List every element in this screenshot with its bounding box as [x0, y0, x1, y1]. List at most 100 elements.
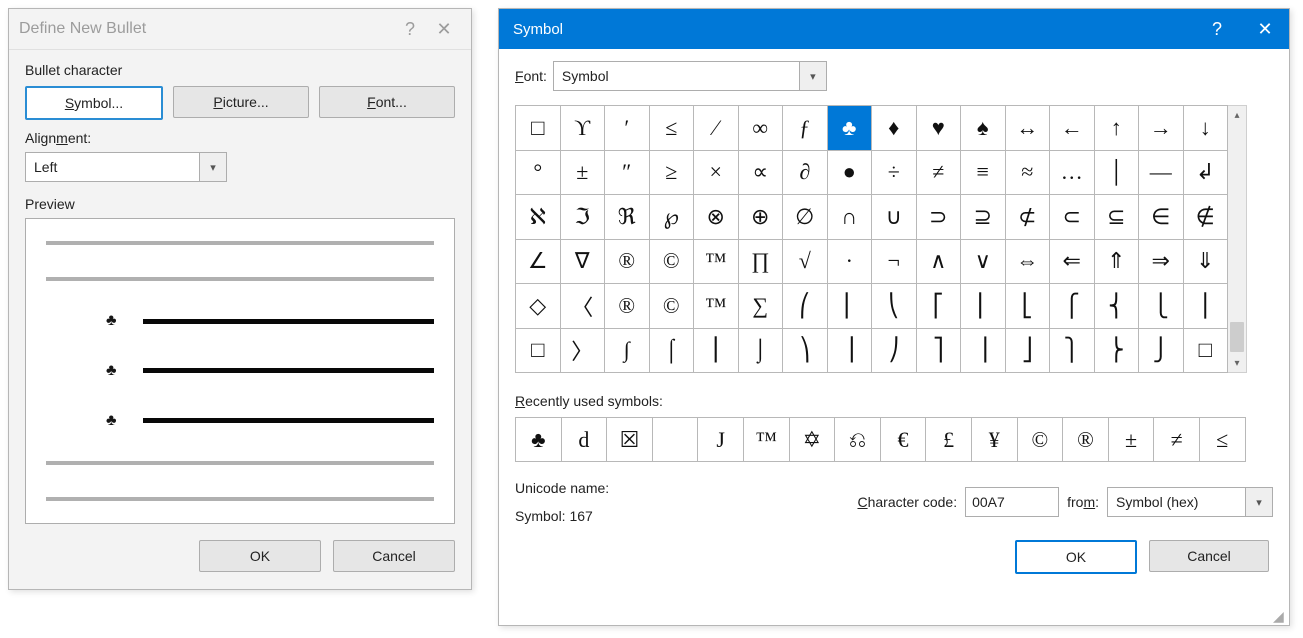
symbol-cell[interactable]: → [1139, 106, 1184, 151]
symbol-cell[interactable]: ÷ [872, 151, 917, 196]
symbol-cell[interactable]: ± [561, 151, 606, 196]
symbol-cell[interactable]: ⎭ [1139, 329, 1184, 374]
symbol-cell[interactable]: □ [516, 329, 561, 374]
symbol-cell[interactable]: □ [1184, 329, 1229, 374]
symbol-cell[interactable]: ⎟ [828, 329, 873, 374]
picture-button[interactable]: Picture... [173, 86, 309, 118]
symbol-cell[interactable]: ⇓ [1184, 240, 1229, 285]
symbol-cell[interactable]: ↓ [1184, 106, 1229, 151]
symbol-cell[interactable]: … [1050, 151, 1095, 196]
symbol-cell[interactable]: ∑ [739, 284, 784, 329]
symbol-cell[interactable]: ∪ [872, 195, 917, 240]
symbol-cell[interactable]: ∞ [739, 106, 784, 151]
symbol-cell[interactable]: √ [783, 240, 828, 285]
symbol-cell[interactable]: ∨ [961, 240, 1006, 285]
symbol-cell[interactable]: ⎠ [872, 329, 917, 374]
symbol-cell[interactable]: │ [1095, 151, 1140, 196]
recent-symbol-cell[interactable] [653, 418, 699, 462]
recent-symbol-cell[interactable]: £ [926, 418, 972, 462]
symbol-cell[interactable]: ∠ [516, 240, 561, 285]
font-combo[interactable]: Symbol ▾ [553, 61, 827, 91]
symbol-cell[interactable]: ⊂ [1050, 195, 1095, 240]
chevron-down-icon[interactable]: ▾ [199, 153, 226, 181]
symbol-cell[interactable]: ⊃ [917, 195, 962, 240]
scroll-track[interactable] [1228, 124, 1246, 354]
symbol-cell[interactable]: ° [516, 151, 561, 196]
symbol-cell[interactable]: ↔ [1006, 106, 1051, 151]
recent-symbol-cell[interactable]: € [881, 418, 927, 462]
recent-symbol-cell[interactable]: ⎌ [835, 418, 881, 462]
cancel-button[interactable]: Cancel [1149, 540, 1269, 572]
symbol-cell[interactable]: © [650, 284, 695, 329]
symbol-cell[interactable]: ¬ [872, 240, 917, 285]
symbol-cell[interactable]: 〈 [561, 284, 606, 329]
symbol-cell[interactable]: ∝ [739, 151, 784, 196]
symbol-cell[interactable]: ≠ [917, 151, 962, 196]
chevron-down-icon[interactable]: ▾ [799, 62, 826, 90]
symbol-cell[interactable]: · [828, 240, 873, 285]
symbol-cell[interactable]: ⎮ [694, 329, 739, 374]
symbol-cell[interactable]: ↑ [1095, 106, 1140, 151]
symbol-cell[interactable]: ⌠ [650, 329, 695, 374]
symbol-cell[interactable]: ∫ [605, 329, 650, 374]
recent-symbol-cell[interactable]: ™ [744, 418, 790, 462]
symbol-cell[interactable]: ∈ [1139, 195, 1184, 240]
symbol-cell[interactable]: ∧ [917, 240, 962, 285]
symbol-cell[interactable]: ⎨ [1095, 284, 1140, 329]
symbol-cell[interactable]: ⎜ [828, 284, 873, 329]
symbol-cell[interactable]: ∏ [739, 240, 784, 285]
symbol-cell[interactable]: ≤ [650, 106, 695, 151]
alignment-combo[interactable]: Left ▾ [25, 152, 227, 182]
symbol-cell[interactable]: × [694, 151, 739, 196]
resize-grip-icon[interactable]: ◢ [1273, 609, 1287, 623]
symbol-cell[interactable]: ⎥ [961, 329, 1006, 374]
close-icon[interactable]: ✕ [1241, 9, 1289, 49]
symbol-cell[interactable]: ⁄ [694, 106, 739, 151]
symbol-cell[interactable]: ∩ [828, 195, 873, 240]
symbol-cell[interactable]: 〉 [561, 329, 606, 374]
symbol-cell[interactable]: ⊗ [694, 195, 739, 240]
help-icon[interactable]: ? [1193, 9, 1241, 49]
symbol-cell[interactable]: ⎤ [917, 329, 962, 374]
scroll-thumb[interactable] [1230, 322, 1244, 352]
symbol-cell[interactable]: ⎧ [1050, 284, 1095, 329]
symbol-cell[interactable]: © [650, 240, 695, 285]
help-icon[interactable]: ? [393, 14, 427, 44]
scroll-down-icon[interactable]: ▾ [1228, 354, 1246, 372]
symbol-cell[interactable]: ℑ [561, 195, 606, 240]
symbol-cell[interactable]: ϒ [561, 106, 606, 151]
symbol-cell[interactable]: ♥ [917, 106, 962, 151]
symbol-cell[interactable]: ∅ [783, 195, 828, 240]
recent-symbol-cell[interactable]: ☒ [607, 418, 653, 462]
symbol-cell[interactable]: ℵ [516, 195, 561, 240]
symbol-cell[interactable]: □ [516, 106, 561, 151]
recent-symbol-cell[interactable]: ✡ [790, 418, 836, 462]
scroll-up-icon[interactable]: ▴ [1228, 106, 1246, 124]
ok-button[interactable]: OK [1015, 540, 1137, 574]
ok-button[interactable]: OK [199, 540, 321, 572]
symbol-cell[interactable]: ⇑ [1095, 240, 1140, 285]
recent-symbol-cell[interactable]: © [1018, 418, 1064, 462]
symbol-cell[interactable]: ♦ [872, 106, 917, 151]
symbol-cell[interactable]: ⎝ [872, 284, 917, 329]
recent-symbol-cell[interactable]: J [698, 418, 744, 462]
symbol-cell[interactable]: ⊆ [1095, 195, 1140, 240]
symbol-cell[interactable]: ⊄ [1006, 195, 1051, 240]
symbol-cell[interactable]: ∉ [1184, 195, 1229, 240]
symbol-cell[interactable]: ™ [694, 240, 739, 285]
symbol-cell[interactable]: ⎣ [1006, 284, 1051, 329]
recent-symbol-cell[interactable]: ≤ [1200, 418, 1246, 462]
symbol-cell[interactable]: ® [605, 284, 650, 329]
symbol-cell[interactable]: ⎩ [1139, 284, 1184, 329]
symbol-cell[interactable]: ⊕ [739, 195, 784, 240]
symbol-button[interactable]: Symbol... [25, 86, 163, 120]
symbol-cell[interactable]: ⇒ [1139, 240, 1184, 285]
symbol-cell[interactable]: ∇ [561, 240, 606, 285]
symbol-cell[interactable]: ′ [605, 106, 650, 151]
symbol-cell[interactable]: ⎢ [961, 284, 1006, 329]
symbol-cell[interactable]: ⎞ [783, 329, 828, 374]
recent-symbol-cell[interactable]: ® [1063, 418, 1109, 462]
symbol-cell[interactable]: ⎡ [917, 284, 962, 329]
symbol-cell[interactable]: ≥ [650, 151, 695, 196]
symbol-cell[interactable]: ″ [605, 151, 650, 196]
